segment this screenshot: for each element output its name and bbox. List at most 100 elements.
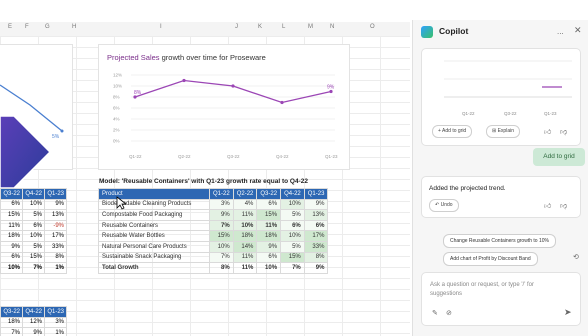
cell[interactable]: 9% <box>22 327 45 336</box>
cell[interactable]: 6% <box>0 198 23 211</box>
cell[interactable]: 11% <box>232 209 258 221</box>
cell[interactable]: 18% <box>0 316 23 329</box>
thumbs-up-icon[interactable]: 👍︎ <box>544 127 551 136</box>
column-letter[interactable]: L <box>282 24 285 30</box>
undo-button[interactable]: ↶ Undo <box>429 199 459 212</box>
partial-table-left[interactable]: Q3-22 Q4-22 Q1-23 6% 10% 9% 15% 5% 13% 11% 6%… <box>0 188 67 274</box>
thumbs-down-icon[interactable]: 👎︎ <box>560 127 567 136</box>
cell[interactable]: 6% <box>256 251 282 264</box>
cell[interactable]: 9% <box>256 240 282 253</box>
column-letter[interactable]: K <box>258 24 262 30</box>
header-cell[interactable]: Q4-22 <box>22 306 45 318</box>
cell[interactable]: 14% <box>232 240 258 253</box>
more-options-icon[interactable]: ... <box>557 27 564 36</box>
header-cell[interactable]: Q4-22 <box>22 188 45 200</box>
cell-product[interactable]: Total Growth <box>98 262 210 274</box>
cell[interactable]: 9% <box>209 209 234 221</box>
sales-chart[interactable]: Projected Sales growth over time for Pro… <box>98 44 350 170</box>
data-point[interactable] <box>231 84 235 88</box>
cell[interactable]: 18% <box>232 230 258 242</box>
data-point[interactable] <box>280 100 284 105</box>
cell[interactable]: 7% <box>0 327 23 336</box>
table-row[interactable]: Reusable Water Bottles 15% 18% 18% 10% 1… <box>98 230 329 242</box>
cell[interactable]: 18% <box>256 230 282 242</box>
cell[interactable]: 10% <box>22 198 45 211</box>
cell[interactable]: 10% <box>256 262 282 274</box>
table-total-row[interactable]: 10% 7% 1% <box>0 262 67 274</box>
table-row[interactable]: Compostable Food Packaging 9% 11% 15% 5%… <box>98 209 329 221</box>
cell[interactable]: 7% <box>280 262 305 274</box>
cell[interactable]: 13% <box>44 209 67 221</box>
thumbs-up-icon[interactable]: 👍︎ <box>544 201 551 210</box>
cell[interactable]: -9% <box>44 219 67 232</box>
header-cell[interactable]: Q3-22 <box>0 306 23 318</box>
explain-button[interactable]: ⊞ Explain <box>486 125 520 138</box>
table-row[interactable]: 9% 5% 33% <box>0 240 67 253</box>
cell[interactable]: 7% <box>209 251 234 264</box>
column-letter[interactable]: I <box>160 24 162 30</box>
cell[interactable]: 10% <box>232 219 258 232</box>
table-row[interactable]: Biodegradable Cleaning Products 3% 4% 6%… <box>98 198 329 211</box>
cell[interactable]: 11% <box>232 251 258 264</box>
cell[interactable]: 15% <box>0 209 23 221</box>
cell[interactable]: 33% <box>44 240 67 253</box>
cell-product[interactable]: Sustainable Snack Packaging <box>98 251 210 264</box>
cell[interactable]: 9% <box>303 198 329 211</box>
cell[interactable]: 18% <box>0 230 23 242</box>
refresh-suggestions-icon[interactable]: ⟲ <box>573 253 579 261</box>
column-letter[interactable]: G <box>45 24 50 30</box>
sparkle-icon[interactable]: ✎ <box>432 309 438 317</box>
cell[interactable]: 10% <box>280 198 305 211</box>
header-cell[interactable]: Q1-23 <box>44 306 67 318</box>
cell[interactable]: 4% <box>232 198 258 211</box>
cell[interactable]: 15% <box>209 230 234 242</box>
cell[interactable]: 9% <box>303 262 329 274</box>
header-q4-22[interactable]: Q4-22 <box>280 188 305 200</box>
column-letter[interactable]: H <box>72 24 76 30</box>
cell[interactable]: 5% <box>22 240 45 253</box>
cell-product[interactable]: Reusable Water Bottles <box>98 230 210 242</box>
cell-product[interactable]: Compostable Food Packaging <box>98 209 210 221</box>
cell[interactable]: 8% <box>44 251 67 264</box>
header-q2-22[interactable]: Q2-22 <box>232 188 258 200</box>
attach-icon[interactable]: ⊘ <box>446 309 452 317</box>
table-row[interactable]: Reusable Containers 7% 10% 11% 6% 6% <box>98 219 329 232</box>
cell-product[interactable]: Reusable Containers <box>98 219 210 232</box>
cell[interactable]: 17% <box>303 230 329 242</box>
cell[interactable]: 17% <box>44 230 67 242</box>
column-letter[interactable]: M <box>308 24 313 30</box>
prompt-input[interactable]: Ask a question or request, or type '/' f… <box>421 272 581 326</box>
table-row[interactable]: 18% 12% 3% <box>0 316 67 329</box>
cell[interactable]: 1% <box>44 327 67 336</box>
cell[interactable]: 3% <box>44 316 67 329</box>
cell[interactable]: 6% <box>256 198 282 211</box>
header-q1-22[interactable]: Q1-22 <box>209 188 234 200</box>
partial-table-left-2[interactable]: Q3-22 Q4-22 Q1-23 18% 12% 3% 7% 9% 1% <box>0 306 67 336</box>
cell[interactable]: 9% <box>0 240 23 253</box>
cell-product[interactable]: Natural Personal Care Products <box>98 240 210 253</box>
cell[interactable]: 13% <box>303 209 329 221</box>
cell[interactable]: 15% <box>256 209 282 221</box>
growth-table[interactable]: Product Q1-22 Q2-22 Q3-22 Q4-22 Q1-23 Bi… <box>98 188 329 274</box>
cell[interactable]: 6% <box>0 251 23 264</box>
cell[interactable]: 12% <box>22 316 45 329</box>
table-row[interactable]: 6% 10% 9% <box>0 198 67 211</box>
column-letter[interactable]: E <box>8 24 12 30</box>
cell[interactable]: 7% <box>22 262 45 274</box>
cell[interactable]: 15% <box>22 251 45 264</box>
cell[interactable]: 8% <box>209 262 234 274</box>
add-to-grid-button[interactable]: + Add to grid <box>432 125 473 138</box>
cell[interactable]: 10% <box>22 230 45 242</box>
table-row[interactable]: Natural Personal Care Products 10% 14% 9… <box>98 240 329 253</box>
column-letter[interactable]: O <box>370 24 375 30</box>
column-letter[interactable]: F <box>25 24 29 30</box>
cell[interactable]: 7% <box>209 219 234 232</box>
table-row[interactable]: 11% 6% -9% <box>0 219 67 232</box>
cell[interactable]: 5% <box>22 209 45 221</box>
table-row[interactable]: Sustainable Snack Packaging 7% 11% 6% 15… <box>98 251 329 264</box>
cell[interactable]: 9% <box>44 198 67 211</box>
data-point[interactable] <box>182 78 186 83</box>
header-q1-23[interactable]: Q1-23 <box>303 188 329 200</box>
thumbs-down-icon[interactable]: 👎︎ <box>560 201 567 210</box>
column-letter[interactable]: J <box>235 24 238 30</box>
